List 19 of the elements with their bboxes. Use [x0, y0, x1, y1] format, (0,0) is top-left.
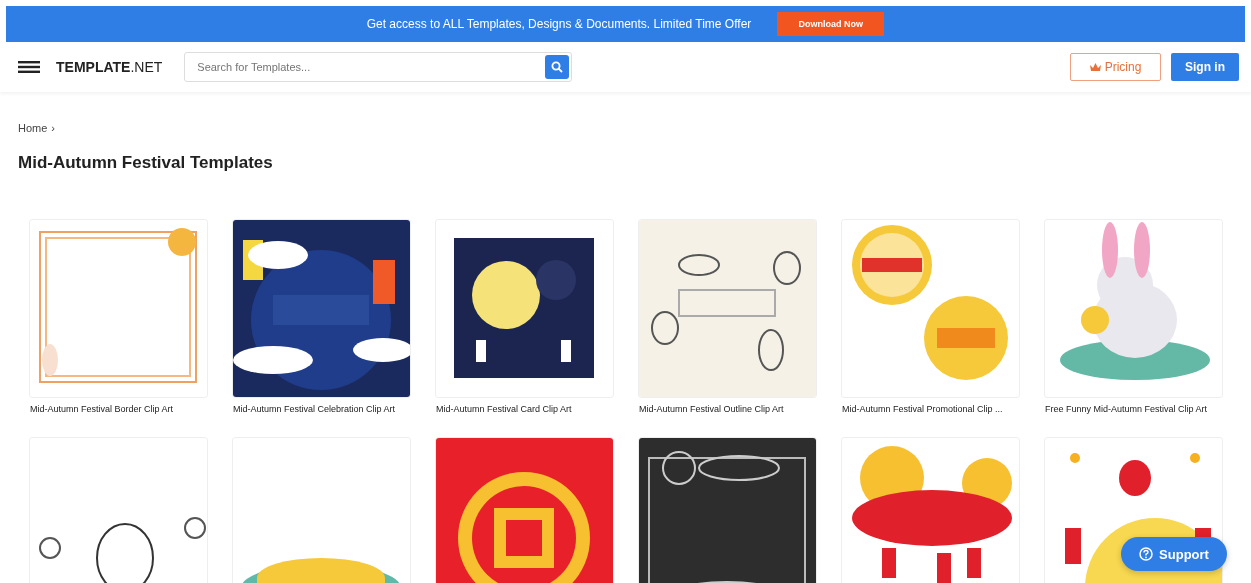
template-title[interactable]: Mid-Autumn Festival Promotional Clip ... — [842, 404, 1019, 414]
template-title[interactable]: Mid-Autumn Festival Celebration Clip Art — [233, 404, 410, 414]
logo[interactable]: TEMPLATE.NET — [56, 59, 163, 75]
help-icon — [1139, 547, 1154, 561]
page-title: Mid-Autumn Festival Templates — [18, 153, 274, 174]
crown-icon — [1089, 62, 1101, 72]
sign-in-button[interactable]: Sign in — [1171, 53, 1239, 81]
menu-icon[interactable] — [18, 61, 40, 73]
search-button[interactable] — [545, 55, 570, 79]
template-title[interactable]: Mid-Autumn Festival Border Clip Art — [30, 404, 207, 414]
template-title[interactable]: Mid-Autumn Festival Outline Clip Art — [639, 404, 816, 414]
breadcrumb-separator: › — [51, 122, 55, 134]
template-title[interactable]: Free Funny Mid-Autumn Festival Clip Art — [1045, 404, 1222, 414]
search-field[interactable]: Search for Templates... — [184, 52, 573, 82]
breadcrumb-link[interactable]: Home — [18, 122, 48, 134]
promo-text: Get access to ALL Templates, Designs & Documents. Limited Time Offer — [366, 17, 752, 31]
support-button[interactable]: Support — [1121, 537, 1227, 571]
template-title[interactable]: Mid-Autumn Festival Card Clip Art — [436, 404, 613, 414]
search-icon — [551, 61, 564, 73]
